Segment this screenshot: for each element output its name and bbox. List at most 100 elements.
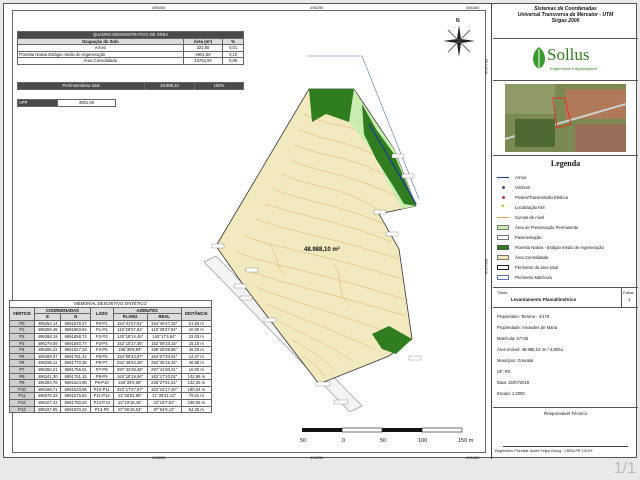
perimeter-table: Perímetro/área total 48.988,10 100% xyxy=(17,82,244,90)
crs-header: Sistemas de Coordenadas Universal Transv… xyxy=(493,4,638,39)
table-row: P13 496197,85 6691970,23 P13-P0 87°55'19,04"… xyxy=(9,405,213,414)
legend-item: Curvas de nível xyxy=(497,214,544,221)
legend-item: Postes/Transmissão Elétrica xyxy=(497,194,568,201)
logo-tagline: Engenharia e Agronegócio xyxy=(550,66,598,71)
box-darkgreen-icon xyxy=(497,245,509,250)
dot-red-icon xyxy=(497,195,509,200)
legend-label: Arroio xyxy=(515,175,527,180)
table-row: P6 496295,11 6691770,36 P6-P7 252°46'54,46" 2… xyxy=(9,359,213,367)
title-block: Título: Levantamento Planialtimétrico Fo… xyxy=(493,288,638,308)
legend-label: Área de Preservação Permanente xyxy=(515,225,579,230)
logo-box: Sollus Engenharia e Agronegócio xyxy=(493,39,638,81)
table-row: P10 496188,71 6691533,86 P10-P11 322°17'27,5… xyxy=(9,385,213,394)
dot-purple-icon xyxy=(497,185,509,190)
legend-title: Legenda xyxy=(550,159,581,168)
info-line: Município: Gravataí xyxy=(497,358,534,363)
info-line: Proprietário: Terreno - n/176 xyxy=(497,314,550,319)
info-line: Área Imóvel: 48.988,10 m² / 4,90ha xyxy=(497,347,563,352)
legend-label: Perímetro da área total xyxy=(515,265,558,270)
location-thumbnail-box xyxy=(493,81,638,156)
legend-item: ✦ Localização KM xyxy=(497,204,545,211)
scale-label: 50 xyxy=(300,438,307,444)
responsible-box: Responsável Técnico Engenheiro Florestal… xyxy=(493,408,638,459)
scale-bar xyxy=(302,427,463,433)
app-table: APP 4901,00 xyxy=(17,99,116,107)
box-white-icon xyxy=(497,235,509,240)
legend-label: Floresta Nativa - Estágio médio de regen… xyxy=(515,245,604,250)
table-row: P2 496268,19 6691858,72 P2-P3 140°18'14,45" 1… xyxy=(9,332,213,341)
engineer-name: Engenheiro Florestal: André Felipe Droog… xyxy=(495,449,593,453)
legend-label: Curvas de nível xyxy=(515,215,545,220)
table-row: P8 496241,30 6691761,15 P8-P9 162°18'19,94" 1… xyxy=(9,372,213,381)
area-label: 48.988,10 m² xyxy=(304,247,340,253)
titulo-value: Levantamento Planialtimétrico xyxy=(511,297,577,302)
info-line: Matrícula: 67745 xyxy=(497,336,529,341)
info-line: Propriedade: Arvaedes de Maria xyxy=(497,325,558,330)
table-row: P12 496107,42 6691750,04 P12-P13 22°19'18,45… xyxy=(9,398,213,407)
info-line: Data: 15/07/2019 xyxy=(497,380,530,385)
area-table-title: QUADRO DEMONSTRATIVO DE ÁREA xyxy=(17,31,244,39)
responsible-title: Responsável Técnico xyxy=(544,411,587,416)
box-outline-icon xyxy=(497,265,509,270)
info-line: UF: RS xyxy=(497,369,511,374)
box-outline-blue-icon xyxy=(497,275,509,280)
legend-item: Arroio xyxy=(497,174,526,181)
area-table: QUADRO DEMONSTRATIVO DE ÁREA Ocupação do… xyxy=(17,31,244,65)
legend-label: Pavimentação xyxy=(515,235,542,240)
table-row: P7 496250,21 6691756,51 P7-P8 297°42'39,48" 2… xyxy=(9,365,213,374)
legend-item: Floresta Nativa - Estágio médio de regen… xyxy=(497,244,604,251)
legend-label: Área Consolidada xyxy=(515,255,549,260)
table-row: P5 496289,37 6691781,42 P5-P6 154°08'43,97" 1… xyxy=(9,352,213,361)
scale-label: 0 xyxy=(342,438,346,444)
legend-label: Postes/Transmissão Elétrica xyxy=(515,195,568,200)
legend-item: Pavimentação xyxy=(497,234,542,241)
titulo-label: Título: xyxy=(497,290,509,295)
memorial-table: MEMORIAL DESCRITIVO SINTÉTICO VÉRTICE CO… xyxy=(9,300,213,414)
area-table-header: % xyxy=(222,37,244,46)
memorial-title: MEMORIAL DESCRITIVO SINTÉTICO xyxy=(9,300,212,308)
legend-item: Perímetro da área total xyxy=(497,264,558,271)
leaf-logo-icon xyxy=(533,47,545,69)
legend-item: Área Consolidada xyxy=(497,254,548,261)
north-label: N xyxy=(456,18,460,24)
box-cream-icon xyxy=(497,255,509,260)
scale-label: 150 m xyxy=(458,438,474,444)
legend-item: Perímetro Matrícula xyxy=(497,274,552,281)
area-table-header: Área (m²) xyxy=(182,37,224,46)
right-panel: Sistemas de Coordenadas Universal Transv… xyxy=(493,4,638,459)
memorial-body: P0 496252,14 6691879,37 P0-P1 154°41'57,51" 1… xyxy=(9,319,213,414)
north-arrow-icon xyxy=(443,25,475,57)
table-row: P9 496284,76 6691624,96 P9-P10 226°29'2,08" 2… xyxy=(9,379,213,387)
scale-label: 50 xyxy=(380,438,387,444)
line-tan-icon xyxy=(497,215,509,220)
table-row: P0 496252,14 6691879,37 P0-P1 154°41'57,51" 1… xyxy=(9,319,213,328)
scale-label: 100 xyxy=(418,438,428,444)
property-info: Proprietário: Terreno - n/176 Propriedade… xyxy=(493,308,638,408)
legend-label: Perímetro Matrícula xyxy=(515,275,552,280)
table-row: Área Consolidada 43764,00 0,89 xyxy=(17,57,244,65)
logo-name: Sollus xyxy=(547,45,590,64)
table-row: P4 496286,22 6691827,33 P4-P5 196°38'9,84" 19… xyxy=(9,346,213,354)
table-row: Arroio 322,60 0,01 xyxy=(17,44,244,52)
legend-item: Vértices xyxy=(497,184,530,191)
box-lightgreen-icon xyxy=(497,225,509,230)
area-table-header: Ocupação do Solo xyxy=(17,37,184,46)
table-row: Floresta Nativa Estágio médio de regener… xyxy=(17,50,244,59)
table-row: P1 496259,48 6691863,64 P1-P2 119°29'07,91" 1… xyxy=(9,326,213,334)
folha-label: Folha: xyxy=(623,290,635,295)
aerial-thumbnail xyxy=(505,84,626,152)
table-row: P3 496279,59 6691840,77 P3-P4 152°10'17,35" 1… xyxy=(9,339,213,348)
map-sheet: 496050 496250 496450 496050 496250 49645… xyxy=(3,3,638,460)
legend-item: Área de Preservação Permanente xyxy=(497,224,578,231)
folha-value: 1 xyxy=(628,297,631,302)
line-blue-icon xyxy=(497,175,509,180)
legend-box: Legenda Arroio Vértices Postes/Transmissão… xyxy=(493,156,638,288)
star-icon: ✦ xyxy=(500,204,506,210)
legend-label: Vértices xyxy=(515,185,531,190)
info-line: Escala: 1:2000 xyxy=(497,391,525,396)
table-row: P11 496078,23 6691676,62 P11-P12 21°40'51,85… xyxy=(9,392,213,400)
crs-line-3: Sirgas 2000 xyxy=(551,18,580,24)
page-indicator: 1/1 xyxy=(613,460,636,477)
map-area: 496050 496250 496450 496050 496250 49645… xyxy=(4,4,492,460)
legend-label: Localização KM xyxy=(515,205,545,210)
